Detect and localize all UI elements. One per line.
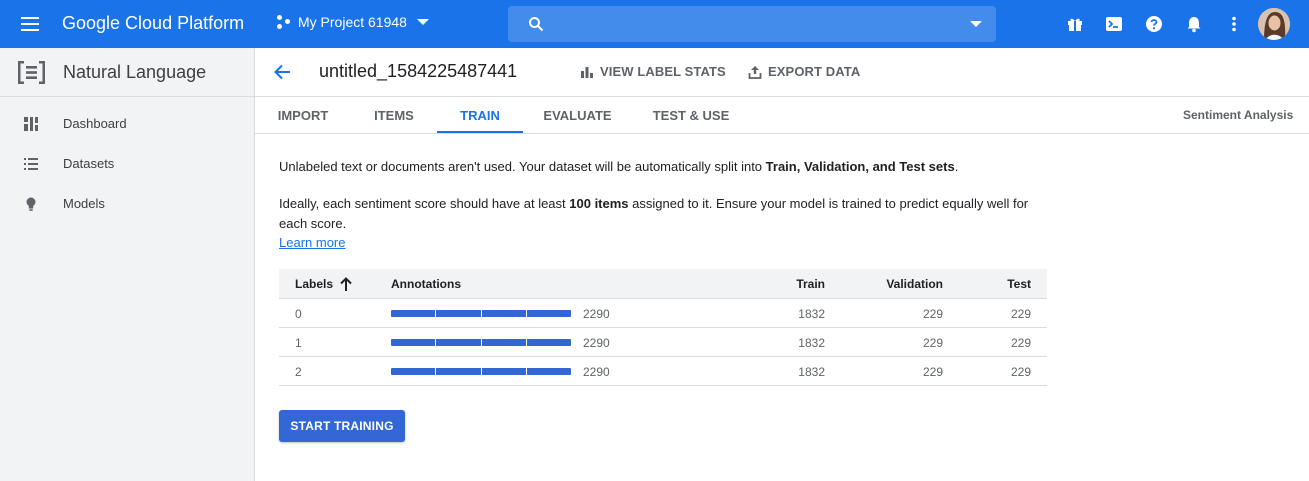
- sidebar-item-models[interactable]: Models: [0, 184, 254, 224]
- arrow-back-icon[interactable]: [273, 62, 293, 82]
- bar-chart-icon: [581, 66, 593, 78]
- search-input[interactable]: [508, 6, 996, 42]
- column-header-annotations[interactable]: Annotations: [391, 277, 461, 291]
- menu-icon[interactable]: [20, 14, 42, 34]
- sidebar: Natural Language Dashboard Datasets Mode…: [0, 48, 255, 481]
- tabs-divider: [255, 133, 1309, 134]
- notifications-icon[interactable]: [1184, 14, 1204, 34]
- dashboard-icon: [24, 117, 38, 131]
- annotations-bar: [391, 368, 571, 375]
- more-vert-icon[interactable]: [1224, 14, 1244, 34]
- test-cell: 229: [1010, 365, 1031, 379]
- sidebar-item-label: Dashboard: [63, 116, 127, 131]
- cloud-shell-icon[interactable]: [1104, 14, 1124, 34]
- tab-evaluate[interactable]: EVALUATE: [523, 97, 632, 133]
- project-icon: [277, 15, 291, 29]
- validation-cell: 229: [922, 307, 943, 321]
- search-dropdown-icon[interactable]: [970, 21, 982, 27]
- train-cell: 1832: [798, 336, 825, 350]
- export-data-button[interactable]: EXPORT DATA: [748, 64, 860, 79]
- annotations-cell: 2290: [583, 336, 610, 350]
- sidebar-item-label: Models: [63, 196, 105, 211]
- validation-cell: 229: [922, 336, 943, 350]
- top-app-bar: Google Cloud Platform My Project 61948: [0, 0, 1309, 48]
- label-cell: 0: [295, 307, 302, 321]
- avatar[interactable]: [1258, 8, 1290, 40]
- table-row: 1 2290 1832 229 229: [279, 328, 1047, 357]
- test-cell: 229: [1010, 336, 1031, 350]
- start-training-button[interactable]: START TRAINING: [279, 410, 405, 442]
- column-header-labels[interactable]: Labels: [295, 277, 333, 291]
- natural-language-logo-icon: [18, 61, 45, 84]
- tab-import[interactable]: IMPORT: [255, 97, 351, 133]
- model-type-label: Sentiment Analysis: [1183, 108, 1294, 122]
- item-count-emphasis: 100 items: [569, 196, 629, 211]
- tab-items[interactable]: ITEMS: [351, 97, 437, 133]
- arrow-up-sort-icon[interactable]: [339, 276, 353, 292]
- label-stats-table: Labels Annotations Train Validation Test…: [279, 269, 1047, 386]
- tab-train[interactable]: TRAIN: [437, 97, 523, 133]
- export-data-label: EXPORT DATA: [768, 64, 861, 79]
- column-header-validation[interactable]: Validation: [886, 277, 943, 291]
- product-title: Natural Language: [63, 62, 207, 82]
- sidebar-item-label: Datasets: [63, 156, 115, 171]
- table-header: Labels Annotations Train Validation Test: [279, 269, 1047, 299]
- sidebar-item-dashboard[interactable]: Dashboard: [0, 104, 254, 144]
- view-label-stats-button[interactable]: VIEW LABEL STATS: [580, 64, 726, 79]
- column-header-test[interactable]: Test: [1007, 277, 1031, 291]
- split-sets-emphasis: Train, Validation, and Test sets: [765, 159, 955, 174]
- brand-title[interactable]: Google Cloud Platform: [62, 13, 244, 34]
- annotations-bar: [391, 310, 571, 317]
- table-row: 0 2290 1832 229 229: [279, 299, 1047, 328]
- sentiment-guidance-text: Ideally, each sentiment score should hav…: [279, 196, 1029, 231]
- help-icon[interactable]: [1144, 14, 1164, 34]
- sidebar-header: Natural Language: [0, 48, 254, 97]
- gift-icon[interactable]: [1065, 14, 1085, 34]
- dataset-title: untitled_1584225487441: [319, 61, 518, 81]
- label-cell: 2: [295, 365, 302, 379]
- tab-test-and-use[interactable]: TEST & USE: [632, 97, 750, 133]
- annotations-cell: 2290: [583, 365, 610, 379]
- annotations-bar: [391, 339, 571, 346]
- validation-cell: 229: [922, 365, 943, 379]
- project-selector[interactable]: My Project 61948: [277, 14, 429, 30]
- test-cell: 229: [1010, 307, 1031, 321]
- label-cell: 1: [295, 336, 302, 350]
- annotations-cell: 2290: [583, 307, 610, 321]
- train-cell: 1832: [798, 365, 825, 379]
- search-icon: [529, 17, 544, 32]
- lightbulb-icon: [26, 197, 36, 211]
- export-icon: [748, 65, 762, 79]
- view-label-stats-label: VIEW LABEL STATS: [600, 64, 726, 79]
- learn-more-link[interactable]: Learn more: [279, 235, 345, 250]
- sidebar-item-datasets[interactable]: Datasets: [0, 144, 254, 184]
- column-header-train[interactable]: Train: [796, 277, 825, 291]
- table-row: 2 2290 1832 229 229: [279, 357, 1047, 386]
- list-icon: [24, 158, 38, 170]
- train-cell: 1832: [798, 307, 825, 321]
- split-info-text: Unlabeled text or documents aren't used.…: [279, 159, 959, 174]
- project-name: My Project 61948: [298, 14, 407, 30]
- chevron-down-icon: [416, 19, 429, 25]
